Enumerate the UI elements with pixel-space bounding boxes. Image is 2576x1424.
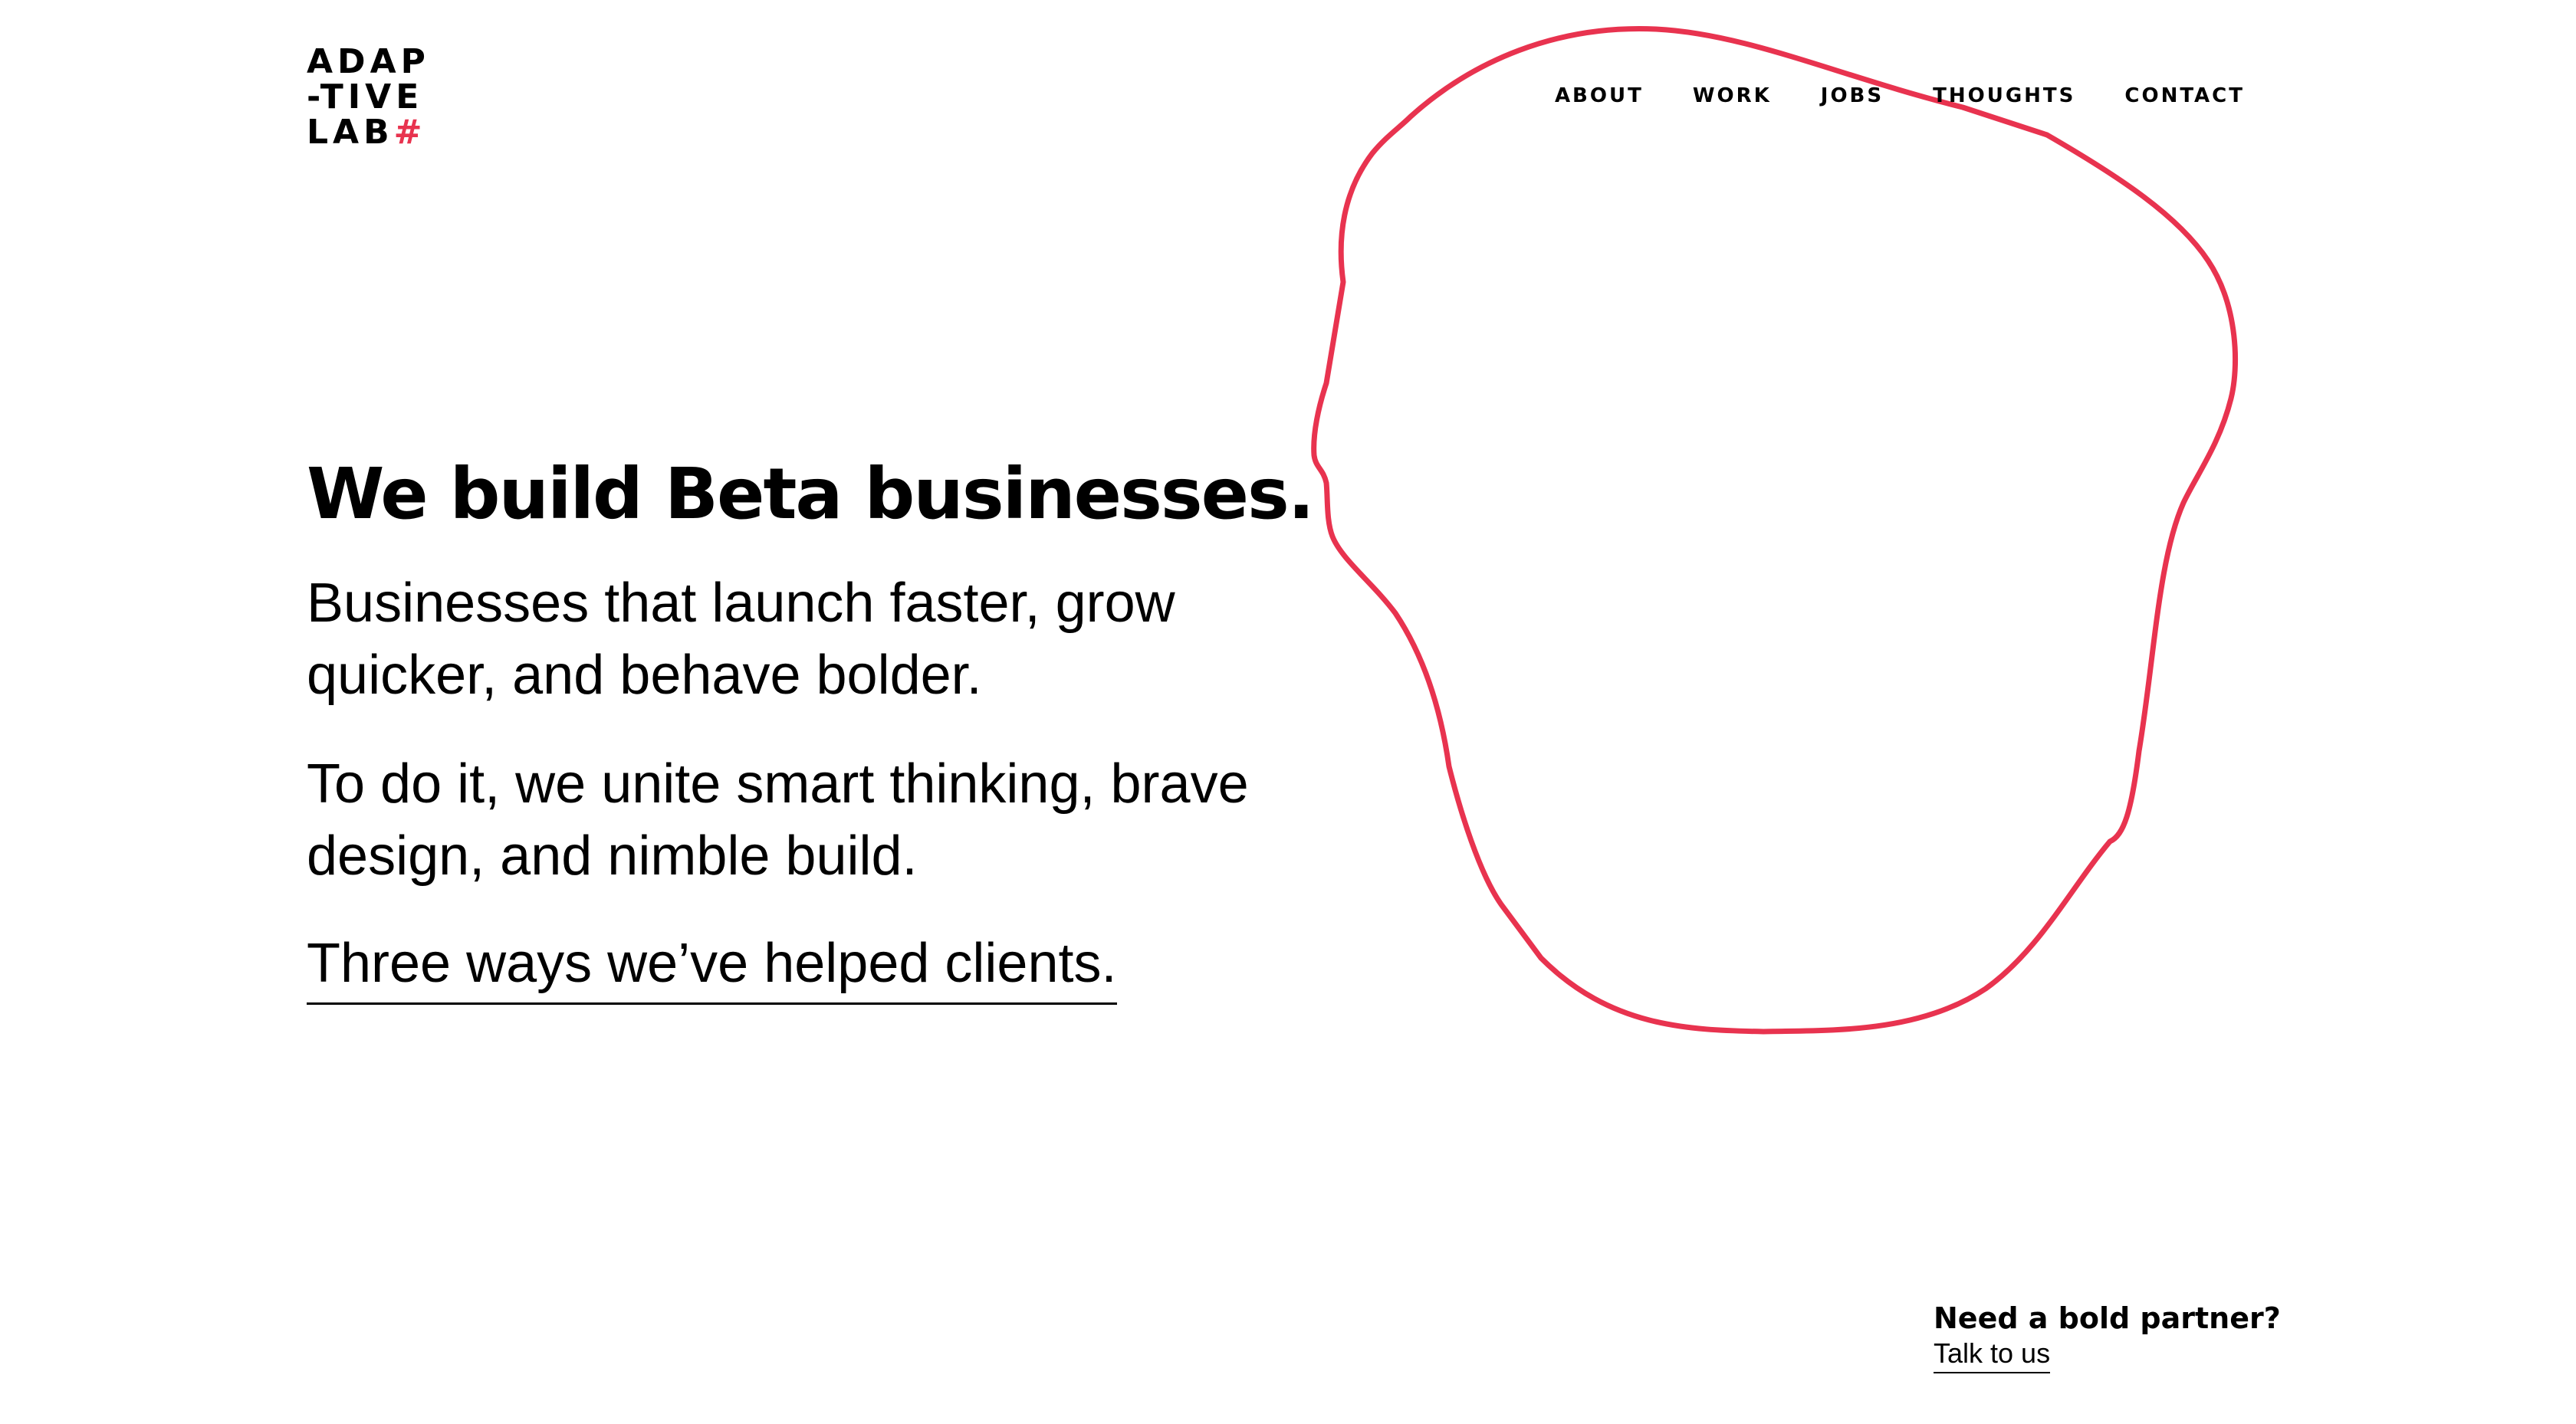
hero-paragraph-2: To do it, we unite smart thinking, brave…	[307, 753, 1249, 887]
cta-title: Need a bold partner?	[1934, 1301, 2281, 1335]
hero-paragraph-1: Businesses that launch faster, grow quic…	[307, 573, 1175, 706]
logo-line-1: ADAP	[307, 42, 430, 81]
contact-cta: Need a bold partner? Talk to us	[1934, 1300, 2281, 1373]
nav-item-jobs[interactable]: JOBS	[1821, 84, 1884, 107]
nav-item-thoughts[interactable]: THOUGHTS	[1933, 84, 2075, 107]
hero-section: We build Beta businesses. Businesses tha…	[307, 452, 1334, 1005]
logo[interactable]: ADAP -TIVE LAB#	[307, 44, 437, 150]
nav-item-contact[interactable]: CONTACT	[2124, 84, 2245, 107]
logo-line-2: -TIVE	[307, 77, 424, 116]
blob-outline-path	[1311, 25, 2239, 1035]
hero-headline: We build Beta businesses.	[307, 453, 1315, 535]
nav-item-work[interactable]: WORK	[1693, 84, 1772, 107]
nav-item-about[interactable]: ABOUT	[1555, 84, 1644, 107]
talk-to-us-link[interactable]: Talk to us	[1934, 1337, 2051, 1373]
logo-hash-mark: #	[393, 113, 427, 152]
main-nav: ABOUT WORK JOBS THOUGHTS CONTACT	[1506, 84, 2245, 107]
logo-line-3: LAB#	[307, 115, 437, 150]
case-studies-link[interactable]: Three ways we’ve helped clients.	[307, 929, 1117, 1005]
logo-line-3-text: LAB	[307, 113, 394, 152]
